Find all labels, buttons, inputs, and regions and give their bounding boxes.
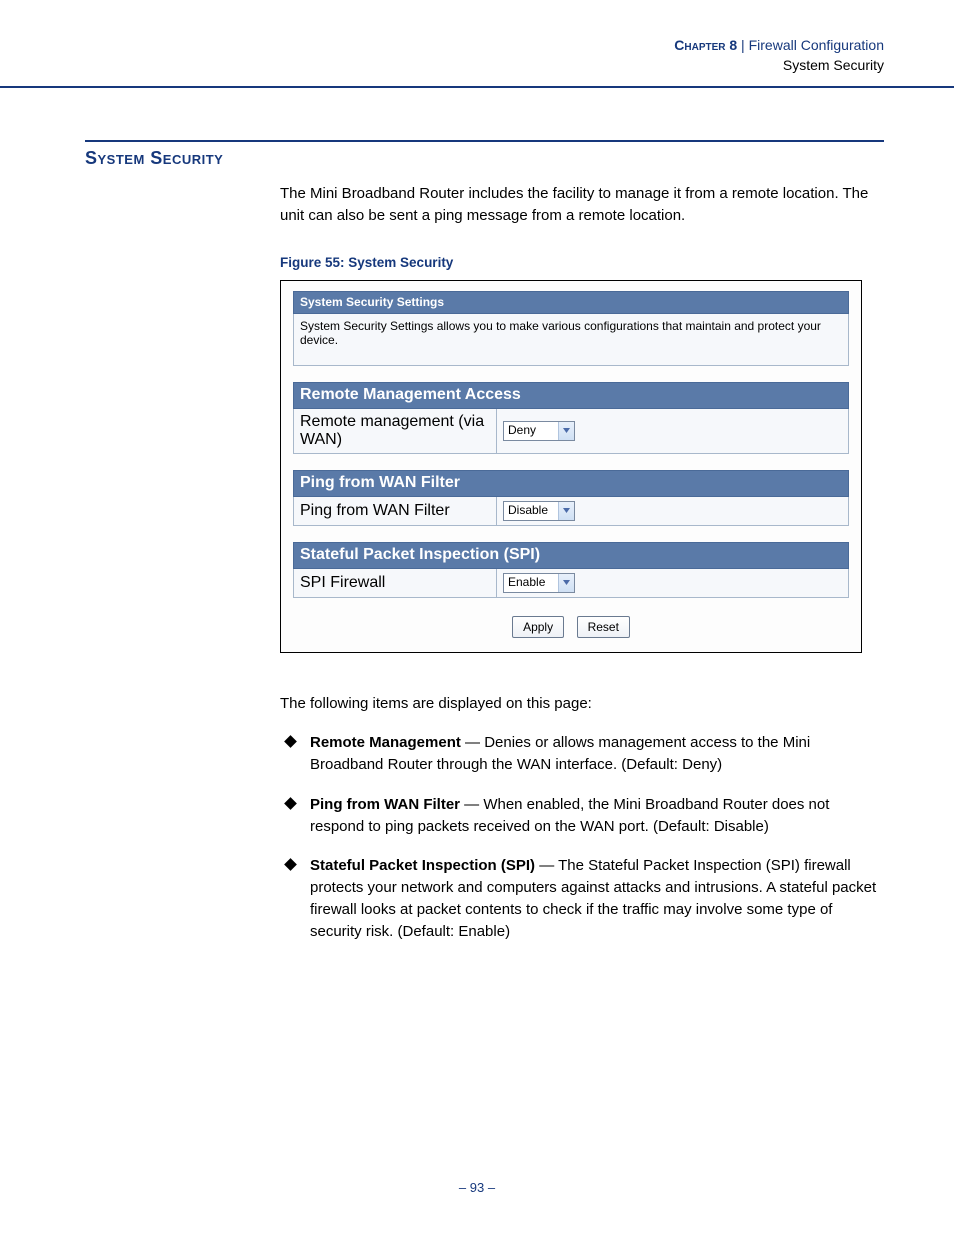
intro-text: The Mini Broadband Router includes the f… (280, 183, 884, 227)
panel-description: System Security Settings allows you to m… (294, 313, 849, 365)
page: Chapter 8 | Firewall Configuration Syste… (0, 0, 954, 1235)
items-intro: The following items are displayed on thi… (280, 693, 884, 715)
select-value: Deny (504, 422, 558, 440)
group-title: Ping from WAN Filter (294, 470, 849, 496)
row-control-cell: Deny (497, 408, 849, 453)
item-label: Ping from WAN Filter (310, 796, 460, 813)
content-area: System Security The Mini Broadband Route… (85, 140, 884, 960)
group-title: Stateful Packet Inspection (SPI) (294, 542, 849, 568)
button-row: Apply Reset (293, 616, 849, 638)
item-label: Remote Management (310, 734, 461, 751)
row-label: Ping from WAN Filter (294, 496, 497, 525)
diamond-bullet-icon (284, 858, 297, 871)
page-number: – 93 – (0, 1180, 954, 1195)
row-control-cell: Enable (497, 568, 849, 597)
reset-button[interactable]: Reset (577, 616, 630, 638)
group-ping-wan: Ping from WAN Filter Ping from WAN Filte… (293, 470, 849, 526)
list-item: Ping from WAN Filter — When enabled, the… (280, 794, 884, 838)
header-separator: | (737, 37, 748, 53)
chevron-down-icon (558, 502, 574, 520)
panel-title: System Security Settings (294, 291, 849, 313)
items-section: The following items are displayed on thi… (280, 693, 884, 943)
group-title: Remote Management Access (294, 382, 849, 408)
figure-screenshot: System Security Settings System Security… (280, 280, 862, 653)
item-list: Remote Management — Denies or allows man… (280, 732, 884, 942)
group-remote-management: Remote Management Access Remote manageme… (293, 382, 849, 454)
header-rule (0, 86, 954, 88)
row-control-cell: Disable (497, 496, 849, 525)
diamond-bullet-icon (284, 797, 297, 810)
item-label: Stateful Packet Inspection (SPI) (310, 857, 535, 874)
section-heading: System Security (85, 148, 884, 169)
chevron-down-icon (558, 422, 574, 440)
chapter-label: Chapter 8 (674, 37, 737, 53)
header-section: System Security (674, 56, 884, 76)
remote-management-select[interactable]: Deny (503, 421, 575, 441)
row-label: Remote management (via WAN) (294, 408, 497, 453)
list-item: Remote Management — Denies or allows man… (280, 732, 884, 776)
select-value: Enable (504, 574, 558, 592)
apply-button[interactable]: Apply (512, 616, 564, 638)
spi-select[interactable]: Enable (503, 573, 575, 593)
row-label: SPI Firewall (294, 568, 497, 597)
list-item: Stateful Packet Inspection (SPI) — The S… (280, 855, 884, 942)
chapter-title: Firewall Configuration (749, 37, 884, 53)
ping-wan-select[interactable]: Disable (503, 501, 575, 521)
chevron-down-icon (558, 574, 574, 592)
group-spi: Stateful Packet Inspection (SPI) SPI Fir… (293, 542, 849, 598)
select-value: Disable (504, 502, 558, 520)
settings-panel: System Security Settings System Security… (293, 291, 849, 366)
diamond-bullet-icon (284, 735, 297, 748)
figure-caption: Figure 55: System Security (280, 255, 884, 270)
running-header: Chapter 8 | Firewall Configuration Syste… (674, 36, 884, 75)
section-rule (85, 140, 884, 142)
intro-paragraph: The Mini Broadband Router includes the f… (280, 183, 884, 227)
